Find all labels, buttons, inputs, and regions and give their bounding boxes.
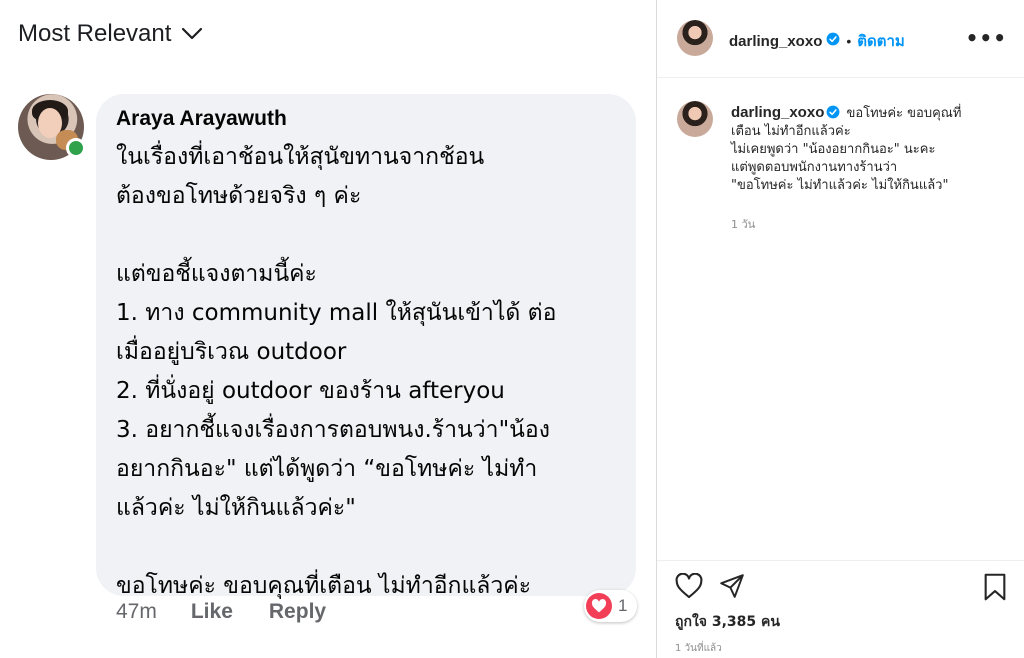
comment-line: 1. ทาง community mall ให้สุนันเข้าได้ ต่… [116,300,557,326]
comment-line: 2. ที่นั่งอยู่ outdoor ของร้าน afteryou [116,378,505,404]
comment-blank-line [116,528,614,567]
caption-text-line: เตือน ไม่ทำอีกแล้วค่ะ [731,124,851,139]
comment-text: ในเรื่องที่เอาช้อนให้สุนัขทานจากช้อน ต้อ… [116,138,614,606]
post-actions: ถูกใจ 3,385 คน 1 วันที่แล้ว [657,560,1024,658]
verified-badge-icon [826,32,840,51]
caption-text-line: ไม่เคยพูดว่า "น้องอยากกินอะ" นะคะ [731,142,936,157]
caption-text-line: ขอโทษค่ะ ขอบคุณที่ [846,106,962,121]
post-timestamp[interactable]: 1 วันที่แล้ว [675,641,722,656]
reaction-count: 1 [618,596,628,615]
profile-avatar[interactable] [677,20,713,56]
post-author: darling_xoxo • ติดตาม [729,29,905,53]
reply-button[interactable]: Reply [269,600,326,624]
comment-bubble: Araya Arayawuth ในเรื่องที่เอาช้อนให้สุน… [96,94,636,599]
heart-icon [586,593,612,619]
caption-avatar[interactable] [677,101,713,137]
separator-dot: • [846,33,852,49]
comment-timestamp[interactable]: 47m [116,600,157,624]
comment-line: แล้วค่ะ ไม่ให้กินแล้วค่ะ" [116,495,356,521]
comment-author[interactable]: Araya Arayawuth [116,106,614,132]
sort-dropdown[interactable]: Most Relevant [18,20,203,48]
comment-line: ในเรื่องที่เอาช้อนให้สุนัขทานจากช้อน [116,144,485,170]
verified-badge-icon [826,105,840,119]
more-options-icon[interactable]: ••• [966,26,1007,50]
comment-line: เมื่ออยู่บริเวณ outdoor [116,339,347,365]
caption-text-line: "ขอโทษค่ะ ไม่ทำแล้วค่ะ ไม่ให้กินแล้ว" [731,178,949,193]
follow-button[interactable]: ติดตาม [857,29,905,53]
facebook-comment-panel: Most Relevant Araya Arayawuth ในเรื่องที… [0,0,656,658]
caption-text-line: แต่พูดตอบพนักงานทางร้านว่า [731,160,898,175]
comment-line: 3. อยากชี้แจงเรื่องการตอบพนง.ร้านว่า"น้อ… [116,417,550,443]
bookmark-icon[interactable] [983,573,1007,605]
online-status-dot [66,138,86,158]
caption-timestamp[interactable]: 1 วัน [731,215,755,233]
comment-line: แต่ขอชี้แจงตามนี้ค่ะ [116,261,317,287]
share-icon[interactable] [719,573,745,603]
like-count[interactable]: ถูกใจ 3,385 คน [675,611,780,633]
comment-blank-line [116,216,614,255]
post-caption: darling_xoxo ขอโทษค่ะ ขอบคุณที่ เตือน ไม… [731,104,1011,195]
caption-username[interactable]: darling_xoxo [731,104,824,121]
chevron-down-icon [181,27,203,41]
comment-line: อยากกินอะ" แต่ได้พูดว่า “ขอโทษค่ะ ไม่ทำ [116,456,538,482]
like-button[interactable]: Like [191,600,233,624]
comment-actions: 47m Like Reply [116,600,362,624]
instagram-post-panel: darling_xoxo • ติดตาม ••• darling_xoxo ข… [656,0,1024,658]
comment-line: ต้องขอโทษด้วยจริง ๆ ค่ะ [116,183,362,209]
reaction-summary[interactable]: 1 [584,590,638,622]
sort-label: Most Relevant [18,20,172,47]
heart-icon[interactable] [675,572,703,603]
username-link[interactable]: darling_xoxo [729,33,822,50]
post-header: darling_xoxo • ติดตาม ••• [657,0,1024,78]
